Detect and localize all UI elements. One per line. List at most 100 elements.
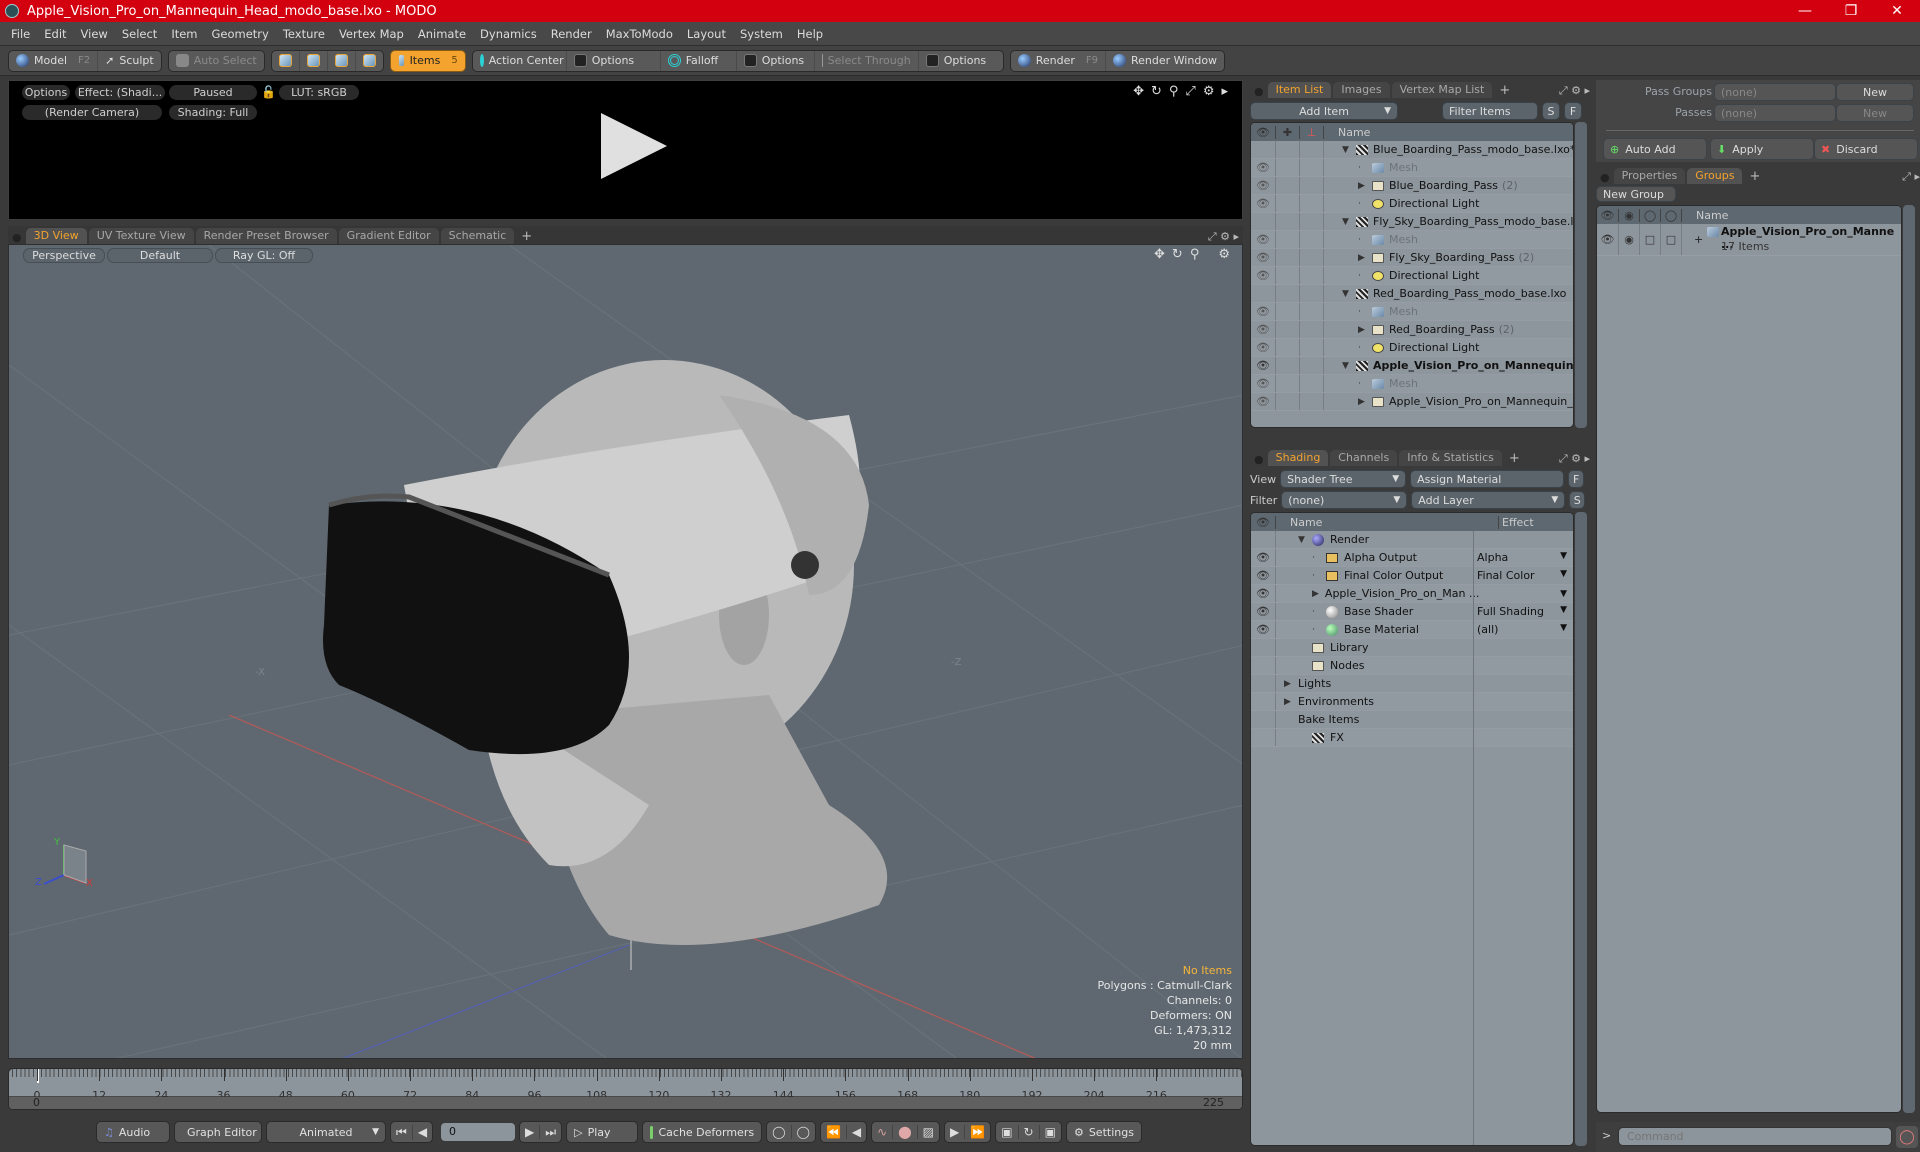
- item-name-cell[interactable]: ▼ Red_Boarding_Pass_modo_base.lxo: [1323, 285, 1573, 302]
- play-preview-icon[interactable]: [601, 113, 667, 179]
- effect-cell[interactable]: ▼: [1474, 589, 1573, 599]
- graph-editor-button[interactable]: Graph Editor: [174, 1121, 262, 1143]
- item-list-row[interactable]: 👁 ▶ Apple_Vision_Pro_on_Mannequin_He ...: [1251, 393, 1573, 411]
- gear-icon[interactable]: ⚙: [1218, 247, 1230, 262]
- shader-name-cell[interactable]: Bake Items: [1275, 711, 1474, 728]
- visibility-toggle-icon[interactable]: 👁: [1597, 224, 1618, 255]
- chevron-down-icon[interactable]: ▼: [1560, 551, 1567, 564]
- items-mode-button[interactable]: Items 5: [390, 50, 465, 71]
- menu-system[interactable]: System: [733, 27, 790, 41]
- item-name-cell[interactable]: ▼ Blue_Boarding_Pass_modo_base.lxo*: [1323, 141, 1573, 158]
- chevron-down-icon[interactable]: ▼: [1560, 589, 1567, 599]
- item-list-row[interactable]: 👁 · Directional Light: [1251, 195, 1573, 213]
- axis-cell[interactable]: [1299, 267, 1323, 284]
- expand-right-icon[interactable]: ▶: [1284, 697, 1298, 707]
- menu-texture[interactable]: Texture: [276, 27, 332, 41]
- zoom-icon[interactable]: ⚲: [1169, 84, 1179, 99]
- key-down-icon[interactable]: ◯: [792, 1125, 815, 1139]
- gear-icon[interactable]: ⚙: [1203, 84, 1215, 99]
- item-name-cell[interactable]: ▶ Fly_Sky_Boarding_Pass (2): [1323, 249, 1573, 266]
- tab-info-statistics[interactable]: Info & Statistics: [1399, 450, 1502, 466]
- timeline-range[interactable]: 0 225: [9, 1096, 1242, 1109]
- shader-tree-scrollbar[interactable]: [1575, 512, 1587, 1146]
- f-button[interactable]: F: [1568, 470, 1585, 488]
- zoom-icon[interactable]: ⚲: [1190, 247, 1200, 262]
- add-tab-button[interactable]: +: [1504, 451, 1525, 466]
- shader-tree-row[interactable]: ▼ Render: [1251, 531, 1573, 549]
- tab-gradient-editor[interactable]: Gradient Editor: [338, 228, 439, 244]
- more-arrow-icon[interactable]: ▸: [1221, 84, 1228, 99]
- menu-geometry[interactable]: Geometry: [205, 27, 276, 41]
- shader-tree-row[interactable]: 👁 · Final Color Output Final Color ▼: [1251, 567, 1573, 585]
- render-camera-dropdown[interactable]: (Render Camera): [22, 105, 162, 120]
- menu-render[interactable]: Render: [544, 27, 599, 41]
- visibility-toggle-icon[interactable]: 👁: [1251, 251, 1275, 264]
- effect-cell[interactable]: Full Shading ▼: [1474, 605, 1573, 618]
- polygons-mode-button[interactable]: [328, 50, 356, 71]
- item-list-row[interactable]: 👁 · Mesh: [1251, 159, 1573, 177]
- item-name-cell[interactable]: ▶ Red_Boarding_Pass (2): [1323, 321, 1573, 338]
- item-name-cell[interactable]: · Mesh: [1323, 159, 1573, 176]
- passes-dropdown[interactable]: (none): [1714, 104, 1836, 122]
- falloff-options-button[interactable]: Options: [737, 50, 815, 71]
- next-key-button[interactable]: ▶: [520, 1125, 541, 1139]
- shader-name-cell[interactable]: · Base Material: [1275, 621, 1474, 638]
- new-pass-button[interactable]: New: [1836, 104, 1914, 122]
- menu-file[interactable]: File: [4, 27, 37, 41]
- lock-cell[interactable]: [1275, 285, 1299, 302]
- visibility-toggle-icon[interactable]: 👁: [1251, 605, 1275, 618]
- expand-down-icon[interactable]: ▼: [1342, 145, 1356, 155]
- preview-pause-button[interactable]: Paused: [169, 85, 257, 100]
- auto-key-icon[interactable]: ∿: [872, 1125, 894, 1139]
- menu-animate[interactable]: Animate: [411, 27, 473, 41]
- item-list-row[interactable]: 👁 · Directional Light: [1251, 267, 1573, 285]
- first-frame-button[interactable]: ⏮: [391, 1124, 413, 1140]
- command-input[interactable]: [1618, 1127, 1892, 1146]
- falloff-button[interactable]: Falloff: [661, 50, 737, 71]
- menu-edit[interactable]: Edit: [37, 27, 73, 41]
- timeline[interactable]: 0 12 24 36 48 60 72 84 96 108 120 132 144 156 168 180 19…: [8, 1068, 1243, 1110]
- tab-groups[interactable]: Groups: [1687, 168, 1743, 184]
- visibility-toggle-icon[interactable]: 👁: [1251, 305, 1275, 318]
- visibility-toggle-icon[interactable]: 👁: [1251, 233, 1275, 246]
- expand-right-icon[interactable]: ▶: [1358, 397, 1372, 407]
- pan-icon[interactable]: ✥: [1154, 247, 1165, 262]
- minimize-button[interactable]: —: [1782, 3, 1828, 19]
- effect-cell[interactable]: Alpha ▼: [1474, 551, 1573, 564]
- lock-cell[interactable]: [1275, 393, 1299, 410]
- maximize-button[interactable]: ❐: [1828, 3, 1874, 19]
- unlock-icon[interactable]: 🔓: [261, 85, 276, 99]
- axis-cell[interactable]: [1299, 303, 1323, 320]
- model-mode-button[interactable]: Model F2: [9, 50, 99, 71]
- tab-images[interactable]: Images: [1333, 82, 1390, 98]
- layers-icon[interactable]: ▣: [1040, 1125, 1061, 1139]
- expand-right-icon[interactable]: ▶: [1358, 325, 1372, 335]
- visibility-toggle-icon[interactable]: 👁: [1251, 269, 1275, 282]
- shader-name-cell[interactable]: · Final Color Output: [1275, 567, 1474, 584]
- groups-scrollbar[interactable]: [1903, 205, 1915, 1113]
- render-button[interactable]: Render F9: [1011, 50, 1107, 71]
- shader-tree-row[interactable]: ▶ Lights: [1251, 675, 1573, 693]
- shader-tree-row[interactable]: 👁 · Base Shader Full Shading ▼: [1251, 603, 1573, 621]
- item-name-cell[interactable]: ▼ Apple_Vision_Pro_on_Mannequin ...: [1323, 357, 1573, 374]
- item-name-cell[interactable]: · Directional Light: [1323, 267, 1573, 284]
- s-button[interactable]: S: [1542, 102, 1560, 120]
- select-toggle-icon[interactable]: □: [1660, 224, 1681, 255]
- item-list-row[interactable]: 👁 · Mesh: [1251, 303, 1573, 321]
- shader-name-cell[interactable]: ▼ Render: [1275, 531, 1474, 548]
- shader-tree-row[interactable]: FX: [1251, 729, 1573, 747]
- panel-options-icon[interactable]: ⤢ ⚙ ▸: [1559, 452, 1590, 466]
- group-row[interactable]: 👁 ◉ □ □ + Apple_Vision_Pro_on_Manne ... …: [1597, 224, 1901, 256]
- effect-cell[interactable]: (all) ▼: [1474, 623, 1573, 636]
- menu-maxtomodo[interactable]: MaxToModo: [599, 27, 680, 41]
- prev-keyframe-icon[interactable]: ⏪: [821, 1125, 847, 1139]
- axis-cell[interactable]: [1299, 357, 1323, 374]
- axis-cell[interactable]: [1299, 249, 1323, 266]
- menu-layout[interactable]: Layout: [680, 27, 733, 41]
- lock-cell[interactable]: [1275, 357, 1299, 374]
- tab-render-preset-browser[interactable]: Render Preset Browser: [195, 228, 337, 244]
- materials-mode-button[interactable]: [356, 51, 383, 71]
- item-list-row[interactable]: ▼ Fly_Sky_Boarding_Pass_modo_base.lxo: [1251, 213, 1573, 231]
- tab-3d-view[interactable]: 3D View: [25, 228, 87, 244]
- close-button[interactable]: ✕: [1874, 3, 1920, 19]
